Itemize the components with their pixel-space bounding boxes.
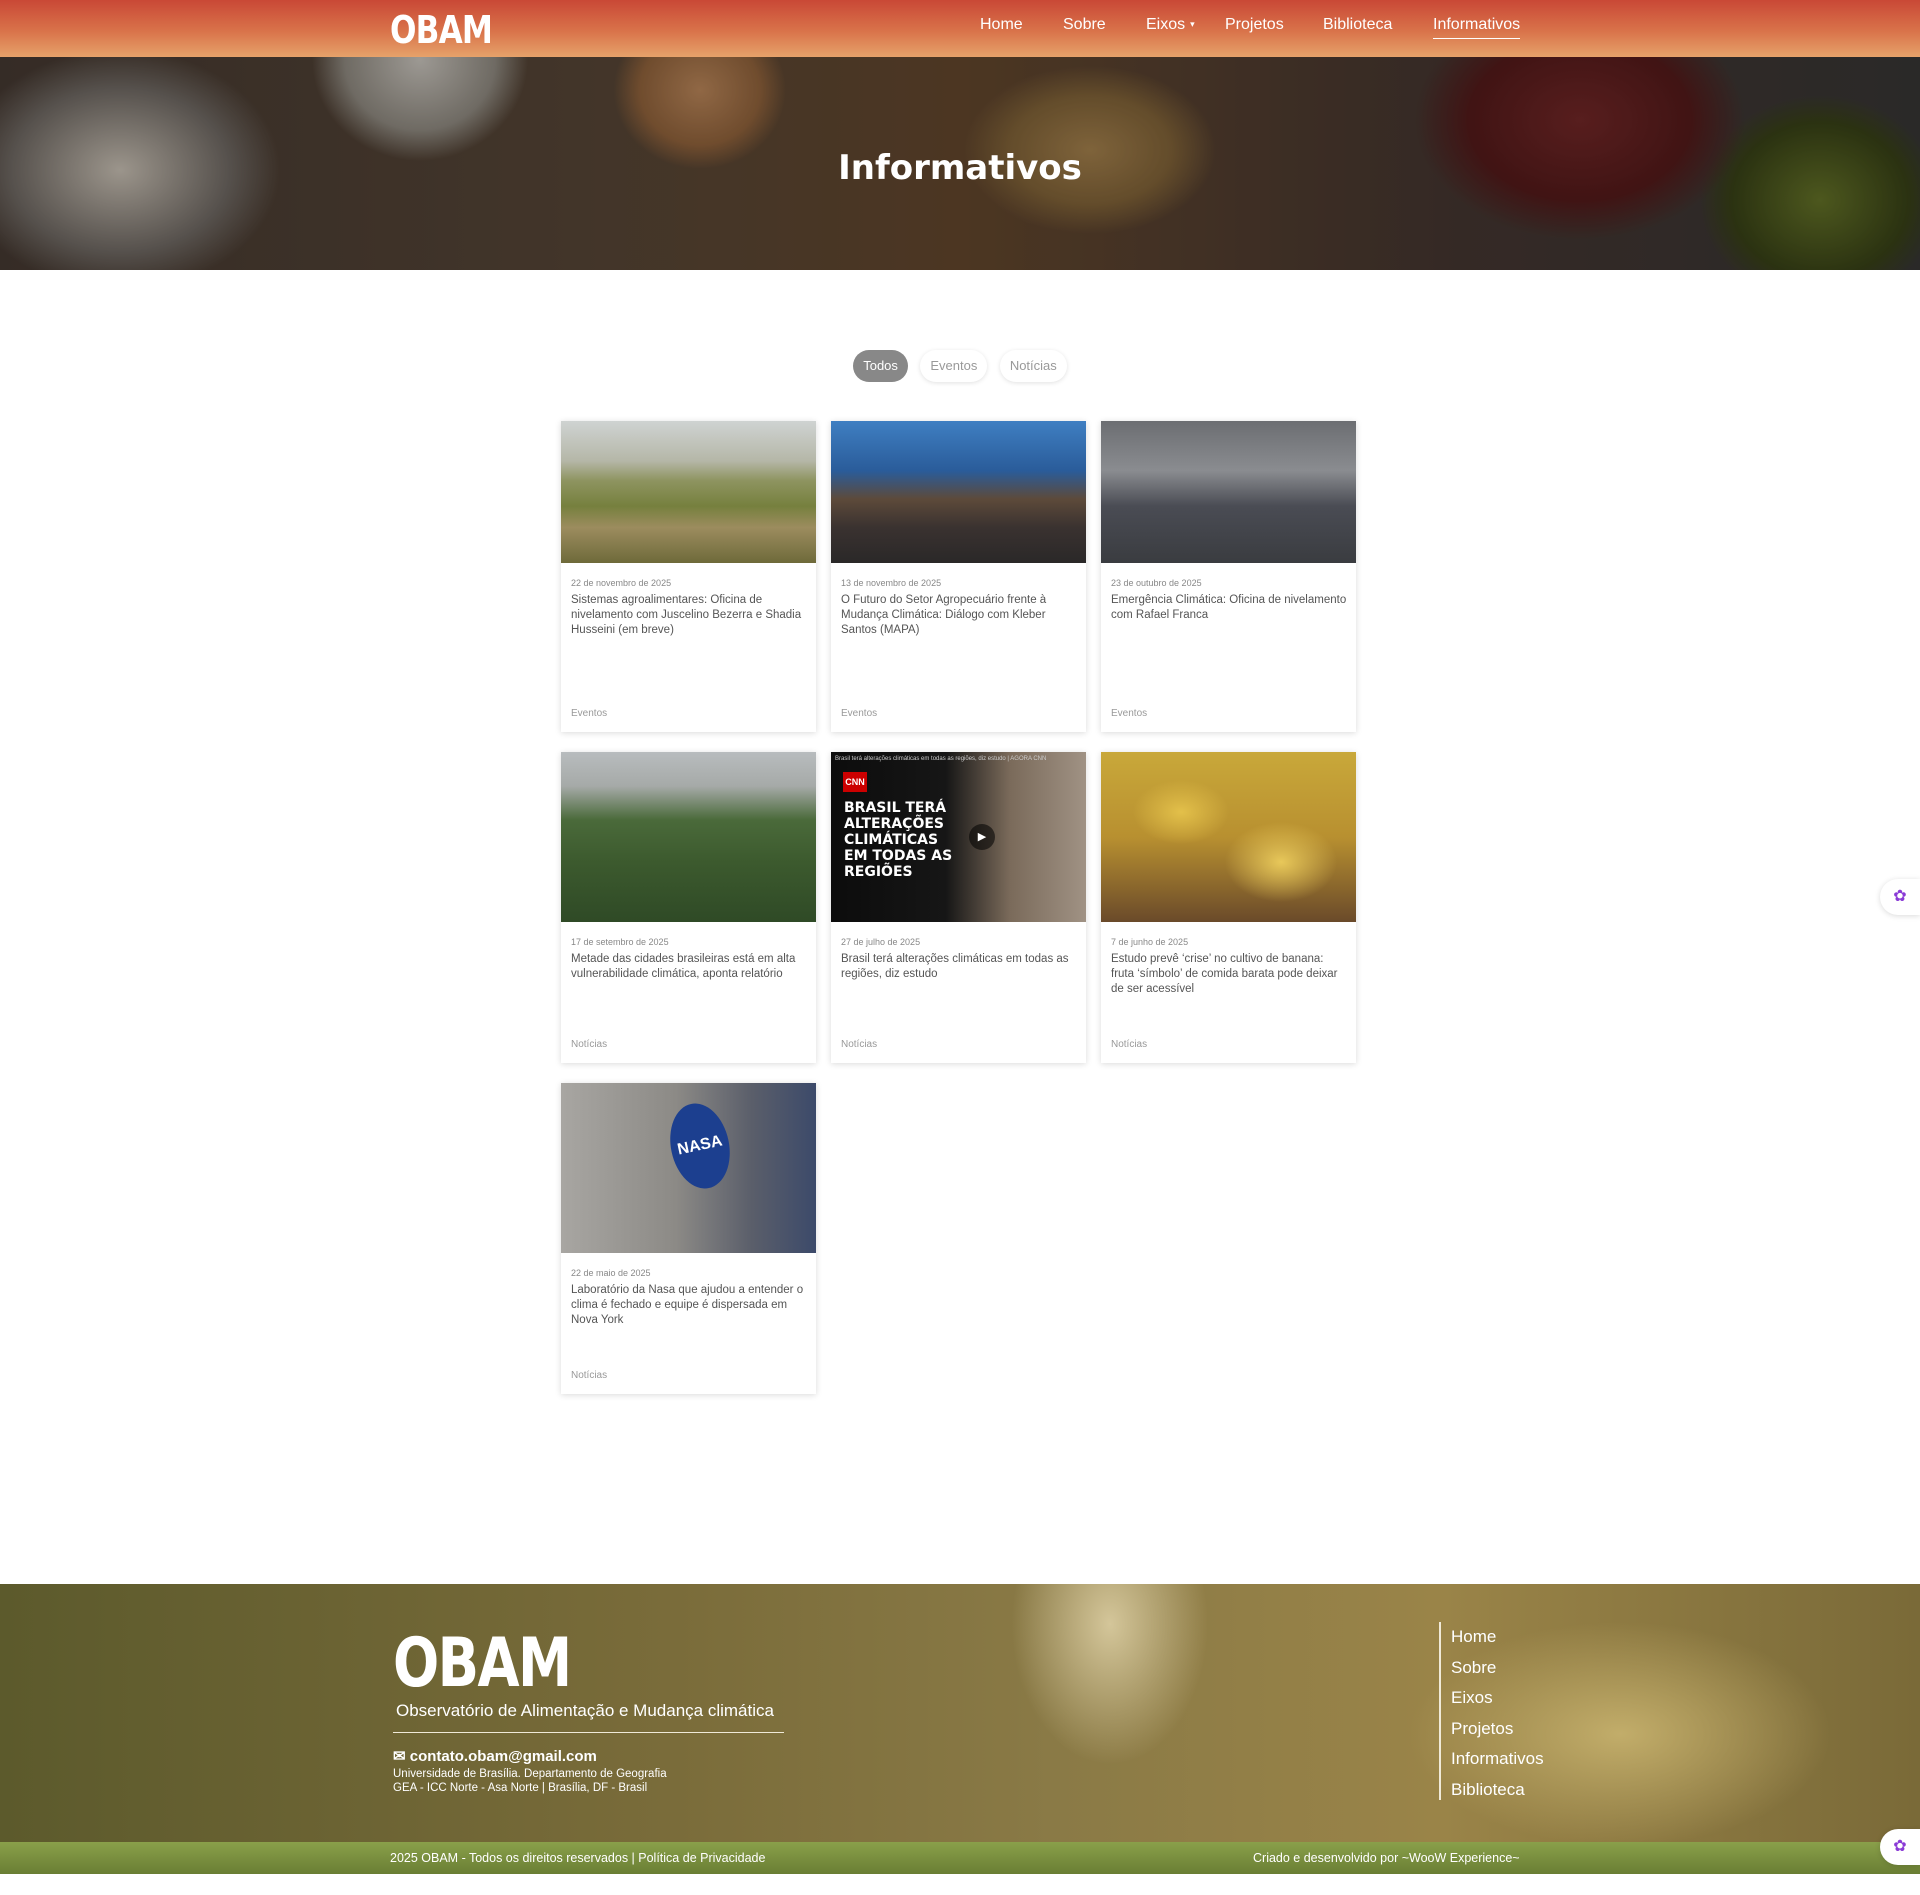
news-card[interactable]: 23 de outubro de 2025 Emergência Climáti… — [1101, 421, 1356, 732]
footer-email-text[interactable]: contato.obam@gmail.com — [410, 1748, 597, 1765]
footer-email[interactable]: ✉ contato.obam@gmail.com — [393, 1747, 597, 1765]
news-card[interactable]: Brasil terá alterações climáticas em tod… — [831, 752, 1086, 1063]
chevron-down-icon: ▾ — [1190, 19, 1195, 30]
card-date: 13 de novembro de 2025 — [841, 578, 942, 588]
card-title[interactable]: Laboratório da Nasa que ajudou a entende… — [571, 1283, 807, 1328]
card-image[interactable] — [1101, 752, 1356, 922]
footer-link-home[interactable]: Home — [1451, 1622, 1544, 1653]
card-date: 22 de maio de 2025 — [571, 1268, 651, 1278]
brain-widget-icon[interactable]: ✿ — [1880, 1829, 1920, 1865]
card-category[interactable]: Notícias — [1111, 1039, 1147, 1050]
news-card[interactable]: 22 de novembro de 2025 Sistemas agroalim… — [561, 421, 816, 732]
card-title[interactable]: Metade das cidades brasileiras está em a… — [571, 952, 807, 982]
nav-sobre[interactable]: Sobre — [1063, 16, 1106, 34]
card-image[interactable] — [561, 421, 816, 563]
card-date: 27 de julho de 2025 — [841, 937, 921, 947]
filter-noticias[interactable]: Notícias — [999, 350, 1067, 382]
card-category[interactable]: Eventos — [1111, 708, 1147, 719]
nav-informativos[interactable]: Informativos — [1433, 16, 1521, 39]
footer-tagline: Observatório de Alimentação e Mudança cl… — [396, 1701, 774, 1720]
card-image[interactable]: NASA — [561, 1083, 816, 1253]
footer-link-eixos[interactable]: Eixos — [1451, 1683, 1544, 1714]
card-date: 22 de novembro de 2025 — [571, 578, 672, 588]
nasa-logo: NASA — [662, 1097, 738, 1195]
footer-address-line1: Universidade de Brasília. Departamento d… — [393, 1768, 667, 1780]
card-date: 17 de setembro de 2025 — [571, 937, 669, 947]
mail-icon: ✉ — [393, 1748, 406, 1765]
news-card[interactable]: 13 de novembro de 2025 O Futuro do Setor… — [831, 421, 1086, 732]
news-card[interactable]: 7 de junho de 2025 Estudo prevê ‘crise’ … — [1101, 752, 1356, 1063]
cnn-logo: CNN — [843, 772, 867, 792]
nav-biblioteca[interactable]: Biblioteca — [1323, 16, 1392, 34]
play-icon[interactable]: ▶ — [969, 824, 995, 850]
footer-link-sobre[interactable]: Sobre — [1451, 1653, 1544, 1684]
site-footer: OBAM Observatório de Alimentação e Mudan… — [0, 1584, 1920, 1842]
page-title: Informativos — [838, 148, 1082, 188]
card-date: 7 de junho de 2025 — [1111, 937, 1189, 947]
card-image[interactable] — [561, 752, 816, 922]
card-category[interactable]: Eventos — [571, 708, 607, 719]
nav-projetos[interactable]: Projetos — [1225, 16, 1284, 34]
card-title[interactable]: Sistemas agroalimentares: Oficina de niv… — [571, 593, 807, 638]
hero-banner: OBAM Home Sobre Eixos ▾ Projetos Bibliote… — [0, 0, 1920, 270]
footer-nav: Home Sobre Eixos Projetos Informativos B… — [1439, 1622, 1544, 1800]
nav-eixos-label: Eixos — [1146, 16, 1186, 33]
news-card[interactable]: NASA 22 de maio de 2025 Laboratório da N… — [561, 1083, 816, 1394]
nav-eixos[interactable]: Eixos ▾ — [1146, 16, 1195, 34]
category-filters: Todos Eventos Notícias — [0, 350, 1920, 382]
card-category[interactable]: Notícias — [841, 1039, 877, 1050]
copyright-bar: 2025 OBAM - Todos os direitos reservados… — [0, 1842, 1920, 1874]
credits-text[interactable]: Criado e desenvolvido por ~WooW Experien… — [1253, 1851, 1520, 1865]
card-title[interactable]: Estudo prevê ‘crise’ no cultivo de banan… — [1111, 952, 1347, 997]
card-title[interactable]: O Futuro do Setor Agropecuário frente à … — [841, 593, 1077, 638]
filter-todos[interactable]: Todos — [853, 350, 908, 382]
footer-link-projetos[interactable]: Projetos — [1451, 1714, 1544, 1745]
brain-widget-icon[interactable]: ✿ — [1880, 879, 1920, 915]
video-headline: BRASIL TERÁ ALTERAÇÕES CLIMÁTICAS EM TOD… — [844, 800, 953, 880]
footer-link-informativos[interactable]: Informativos — [1451, 1744, 1544, 1775]
card-image[interactable] — [1101, 421, 1356, 563]
footer-logo: OBAM — [393, 1624, 572, 1703]
card-date: 23 de outubro de 2025 — [1111, 578, 1202, 588]
card-video-thumbnail[interactable]: Brasil terá alterações climáticas em tod… — [831, 752, 1086, 922]
main-nav: Home Sobre Eixos ▾ Projetos Biblioteca In… — [0, 16, 1920, 46]
footer-address-line2: GEA - ICC Norte - Asa Norte | Brasília, … — [393, 1782, 648, 1794]
footer-link-biblioteca[interactable]: Biblioteca — [1451, 1775, 1544, 1806]
card-category[interactable]: Eventos — [841, 708, 877, 719]
card-category[interactable]: Notícias — [571, 1039, 607, 1050]
news-card[interactable]: 17 de setembro de 2025 Metade das cidade… — [561, 752, 816, 1063]
card-title[interactable]: Emergência Climática: Oficina de nivelam… — [1111, 593, 1347, 623]
card-category[interactable]: Notícias — [571, 1370, 607, 1381]
video-caption: Brasil terá alterações climáticas em tod… — [835, 756, 1047, 762]
card-image[interactable] — [831, 421, 1086, 563]
card-title[interactable]: Brasil terá alterações climáticas em tod… — [841, 952, 1077, 982]
footer-divider — [393, 1732, 784, 1733]
filter-eventos[interactable]: Eventos — [920, 350, 988, 382]
nav-home[interactable]: Home — [980, 16, 1023, 34]
copyright-text[interactable]: 2025 OBAM - Todos os direitos reservados… — [390, 1851, 765, 1865]
